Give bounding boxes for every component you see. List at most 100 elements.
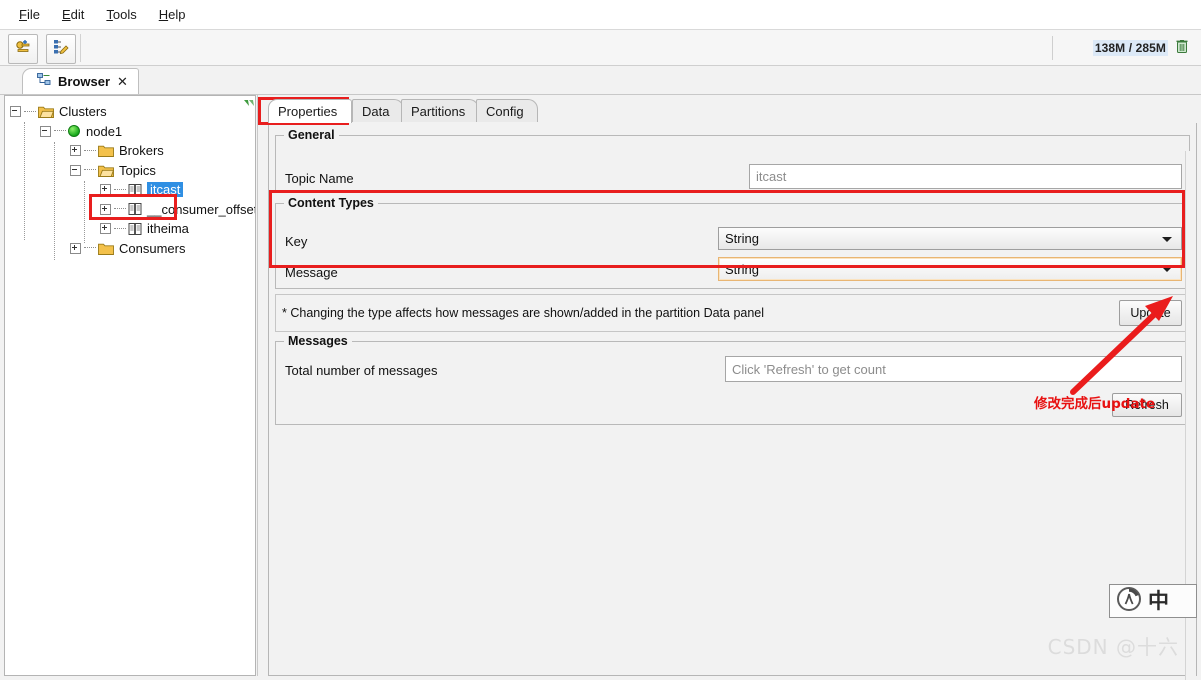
total-messages-placeholder: Click 'Refresh' to get count [732, 361, 886, 377]
update-button[interactable]: Update [1119, 300, 1182, 326]
tree-connector [114, 208, 126, 210]
tree-item-consumer-offsets[interactable]: __consumer_offsets [5, 200, 255, 220]
tree-label: Brokers [119, 143, 164, 159]
tree-item-node1[interactable]: node1 [5, 122, 255, 142]
tree-connector [84, 149, 96, 152]
trash-icon[interactable] [1175, 38, 1189, 59]
add-connection-icon [14, 38, 32, 61]
tree-connector [84, 169, 96, 171]
topic-name-label: Topic Name [285, 171, 354, 186]
edit-connection-icon [52, 38, 70, 61]
tree-connector [54, 130, 66, 132]
menu-file[interactable]: File [8, 4, 51, 25]
cluster-tree[interactable]: Clusters node1 Brokers Topics itcast __c… [5, 102, 255, 258]
expand-toggle-icon[interactable] [100, 184, 111, 196]
tab-properties[interactable]: Properties [268, 99, 352, 123]
tree-label: Consumers [119, 240, 186, 256]
cluster-tree-icon [37, 72, 51, 91]
topic-name-input[interactable]: itcast [749, 164, 1182, 189]
open-folder-icon [38, 105, 54, 119]
menu-help[interactable]: Help [148, 4, 197, 25]
total-messages-input[interactable]: Click 'Refresh' to get count [725, 356, 1182, 382]
chevron-down-icon[interactable] [1162, 236, 1172, 242]
tab-properties-label: Properties [278, 104, 338, 119]
memory-indicator[interactable]: 138M / 285M [1085, 36, 1193, 60]
key-content-type-select[interactable]: String [718, 227, 1182, 250]
tree-label: itheima [147, 221, 189, 237]
tab-browser[interactable]: Browser ✕ [22, 68, 139, 94]
topic-book-icon [128, 222, 143, 236]
tree-label: __consumer_offsets [147, 201, 256, 217]
content-type-note: * Changing the type affects how messages… [282, 306, 765, 320]
topic-name-value: itcast [756, 169, 787, 184]
tree-connector [114, 188, 126, 191]
ime-mode-label[interactable]: 中 [1148, 590, 1169, 612]
update-button-label: Update [1130, 306, 1171, 320]
tab-config-label: Config [486, 103, 524, 119]
key-content-type-value: String [725, 231, 759, 246]
tree-label: itcast [145, 181, 185, 199]
content-types-group-title: Content Types [284, 196, 378, 210]
tree-label: node1 [86, 123, 123, 139]
csdn-watermark: CSDN @十六 [1047, 635, 1179, 659]
browser-tab-strip: Browser ✕ [0, 66, 1201, 95]
expand-toggle-icon[interactable] [70, 145, 81, 157]
collapse-toggle-icon[interactable] [70, 164, 81, 176]
toolbar: 138M / 285M [0, 30, 1201, 66]
topic-book-icon [128, 183, 143, 197]
tree-item-consumers[interactable]: Consumers [5, 239, 255, 259]
topic-editor: Properties Data Partitions Config Genera… [264, 95, 1201, 680]
message-content-type-select[interactable]: String [718, 257, 1182, 281]
key-label: Key [285, 234, 308, 249]
edit-connection-button[interactable] [46, 34, 76, 64]
tab-browser-close-icon[interactable]: ✕ [117, 74, 128, 90]
tree-item-itcast[interactable]: itcast [5, 180, 255, 200]
tree-connector [84, 247, 96, 249]
expand-toggle-icon[interactable] [70, 242, 81, 254]
closed-folder-icon [98, 144, 114, 158]
total-messages-label: Total number of messages [285, 363, 438, 378]
expand-toggle-icon[interactable] [100, 203, 111, 215]
chevron-down-icon[interactable] [1162, 267, 1172, 272]
messages-group: Messages [275, 334, 1190, 425]
closed-folder-icon [98, 242, 114, 255]
tree-label: Clusters [59, 104, 107, 120]
message-label: Message [285, 265, 338, 280]
green-status-dot [68, 125, 80, 138]
tab-config[interactable]: Config [476, 99, 538, 122]
tree-connector [24, 110, 36, 113]
tree-item-clusters[interactable]: Clusters [5, 102, 255, 122]
application-window: File Edit Tools Help 138M / 285M Browser… [0, 0, 1201, 680]
collapse-toggle-icon[interactable] [10, 106, 21, 118]
message-content-type-value: String [725, 261, 759, 277]
collapse-toggle-icon[interactable] [40, 125, 51, 137]
open-folder-icon [98, 164, 114, 177]
menu-bar: File Edit Tools Help [0, 0, 1201, 30]
cluster-tree-panel: Clusters node1 Brokers Topics itcast __c… [4, 95, 256, 676]
toolbar-separator [80, 34, 81, 62]
general-group-title: General [284, 128, 339, 142]
expand-toggle-icon[interactable] [100, 223, 111, 235]
tab-partitions[interactable]: Partitions [401, 99, 479, 122]
chinese-annotation-text: 修改完成后update [1034, 396, 1156, 412]
sogou-ime-icon[interactable] [1116, 586, 1142, 617]
tree-item-brokers[interactable]: Brokers [5, 141, 255, 161]
tab-partitions-label: Partitions [411, 103, 466, 119]
tab-data[interactable]: Data [352, 99, 404, 122]
editor-tab-bar: Properties Data Partitions Config [264, 99, 1201, 123]
tab-data-label: Data [362, 103, 390, 119]
minimize-panel-arrow-icon[interactable] [242, 97, 255, 115]
tree-label: Topics [119, 162, 156, 178]
tree-item-topics[interactable]: Topics [5, 161, 255, 181]
menu-edit[interactable]: Edit [51, 4, 95, 25]
memory-separator [1052, 36, 1053, 60]
ime-widget[interactable]: 中 [1109, 584, 1197, 618]
topic-book-icon [128, 202, 143, 216]
menu-tools[interactable]: Tools [95, 4, 147, 25]
tree-connector [114, 227, 126, 230]
add-connection-button[interactable] [8, 34, 38, 64]
tree-item-itheima[interactable]: itheima [5, 219, 255, 239]
tab-browser-label: Browser [58, 74, 111, 89]
memory-usage-text: 138M / 285M [1092, 40, 1168, 56]
messages-group-title: Messages [284, 334, 352, 348]
